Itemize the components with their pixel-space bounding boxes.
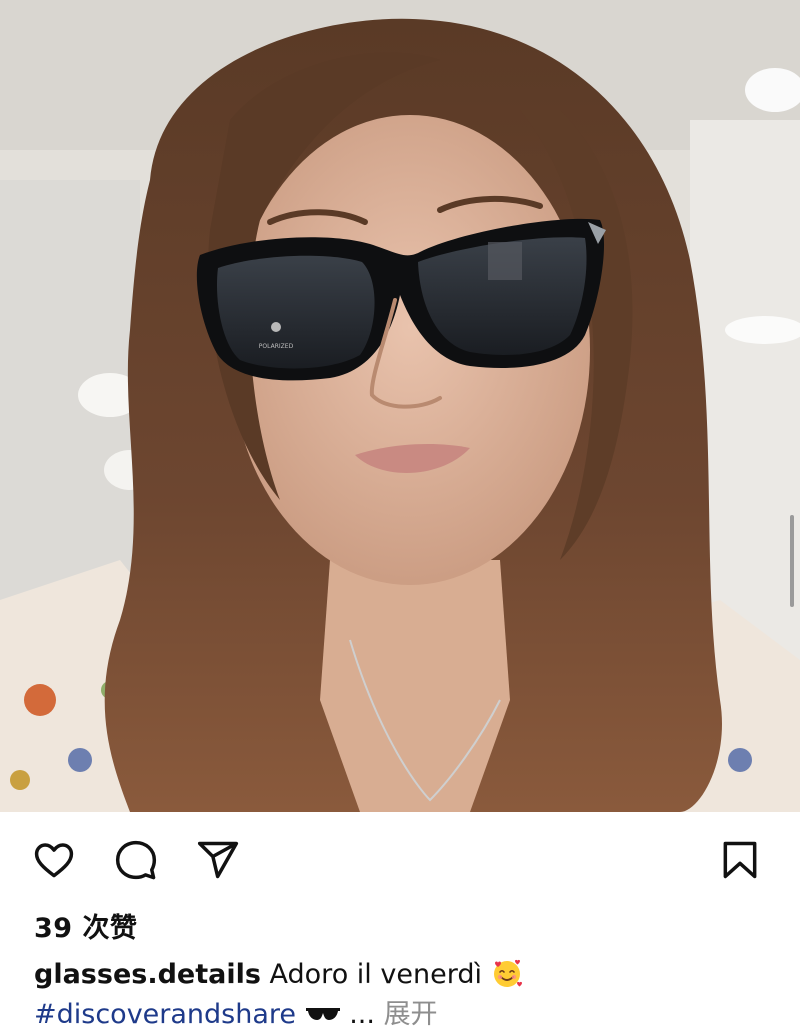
caption-hashtag[interactable]: #discoverandshare <box>34 999 296 1030</box>
lens-logo-text: POLARIZED <box>259 343 294 350</box>
send-icon <box>197 841 239 879</box>
post-photo[interactable]: POLARIZED <box>0 0 800 812</box>
comment-icon <box>115 840 157 880</box>
heart-icon <box>34 843 74 878</box>
bookmark-icon <box>723 841 757 879</box>
sunglasses-icon <box>305 1008 340 1020</box>
expand-caption-link[interactable]: 展开 <box>384 999 438 1030</box>
likes-count[interactable]: 39 次赞 <box>34 906 137 945</box>
caption-ellipsis: ... <box>349 999 375 1030</box>
share-button[interactable] <box>194 836 242 884</box>
scroll-indicator[interactable] <box>790 515 794 607</box>
caption-text: Adoro il venerdì <box>269 959 482 990</box>
like-button[interactable] <box>30 836 78 884</box>
comment-button[interactable] <box>112 836 160 884</box>
post-caption: glasses.details Adoro il venerdì #discov… <box>34 955 774 1035</box>
smiling-face-with-hearts-icon <box>493 959 522 987</box>
caption-username[interactable]: glasses.details <box>34 959 261 990</box>
save-button[interactable] <box>716 836 764 884</box>
